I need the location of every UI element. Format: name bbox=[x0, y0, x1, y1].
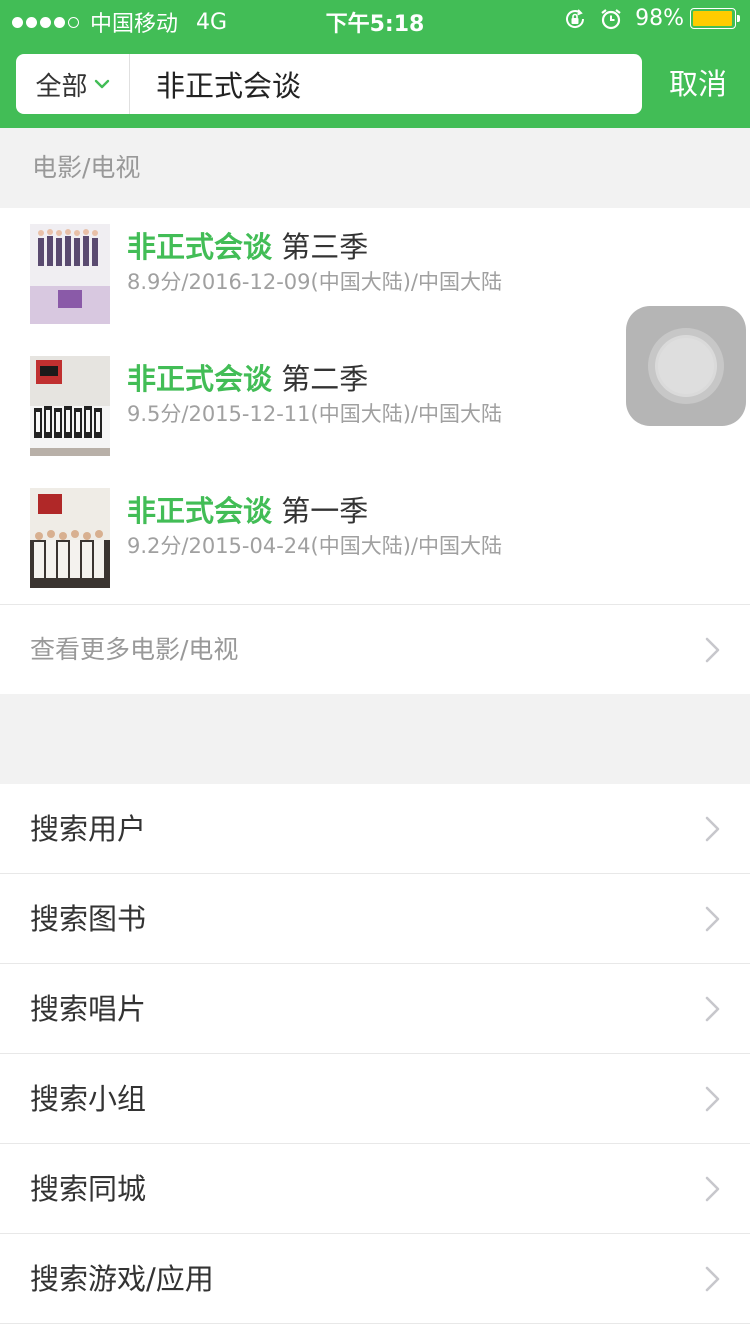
result-meta: 9.5分/2015-12-11(中国大陆)/中国大陆 bbox=[127, 402, 502, 426]
assistive-touch-button[interactable] bbox=[626, 306, 746, 426]
result-title-highlight: 非正式会谈 bbox=[127, 230, 273, 264]
result-title-suffix: 第一季 bbox=[272, 494, 369, 528]
result-title: 非正式会谈 第二季 bbox=[127, 356, 368, 398]
result-title: 非正式会谈 第一季 bbox=[127, 488, 368, 530]
chevron-right-icon bbox=[704, 1086, 720, 1112]
cancel-button[interactable]: 取消 bbox=[660, 54, 736, 114]
search-option-music[interactable]: 搜索唱片 bbox=[0, 964, 750, 1054]
chevron-right-icon bbox=[704, 637, 720, 663]
search-option-users[interactable]: 搜索用户 bbox=[0, 784, 750, 874]
search-options-list: 搜索用户 搜索图书 搜索唱片 搜索小组 搜索同城 搜索游戏/应用 bbox=[0, 784, 750, 1334]
result-title-suffix: 第三季 bbox=[272, 230, 369, 264]
search-option-label: 搜索同城 bbox=[30, 1172, 147, 1206]
result-meta: 9.2分/2015-04-24(中国大陆)/中国大陆 bbox=[127, 534, 502, 558]
view-more-label: 查看更多电影/电视 bbox=[30, 635, 239, 664]
search-scope-select[interactable]: 全部 bbox=[16, 54, 130, 114]
chevron-right-icon bbox=[704, 996, 720, 1022]
search-box[interactable]: 全部 非正式会谈 bbox=[16, 54, 642, 114]
chevron-down-icon bbox=[94, 78, 110, 90]
search-option-label: 搜索游戏/应用 bbox=[30, 1262, 214, 1296]
rotation-lock-icon bbox=[563, 7, 587, 31]
battery-fill bbox=[693, 11, 733, 26]
battery-percentage: 98% bbox=[635, 6, 684, 31]
search-option-label: 搜索用户 bbox=[30, 812, 147, 846]
search-option-label: 搜索图书 bbox=[30, 902, 147, 936]
chevron-right-icon bbox=[704, 816, 720, 842]
result-title-highlight: 非正式会谈 bbox=[127, 494, 273, 528]
chevron-right-icon bbox=[704, 1176, 720, 1202]
result-title-highlight: 非正式会谈 bbox=[127, 362, 273, 396]
alarm-icon bbox=[599, 7, 623, 31]
header: 中国移动 4G 下午5:18 98% 全部 非正式会谈 取消 bbox=[0, 0, 750, 128]
search-option-label: 搜索唱片 bbox=[30, 992, 147, 1026]
poster-image bbox=[30, 488, 110, 588]
view-more-button[interactable]: 查看更多电影/电视 bbox=[0, 604, 750, 694]
search-scope-label: 全部 bbox=[35, 71, 88, 102]
search-option-label: 搜索小组 bbox=[30, 1082, 147, 1116]
chevron-right-icon bbox=[704, 906, 720, 932]
search-option-groups[interactable]: 搜索小组 bbox=[0, 1054, 750, 1144]
result-item[interactable]: 非正式会谈 第一季 9.2分/2015-04-24(中国大陆)/中国大陆 bbox=[0, 472, 750, 604]
result-meta: 8.9分/2016-12-09(中国大陆)/中国大陆 bbox=[127, 270, 502, 294]
section-title: 电影/电视 bbox=[32, 153, 141, 182]
poster-image bbox=[30, 356, 110, 456]
search-option-local[interactable]: 搜索同城 bbox=[0, 1144, 750, 1234]
status-right: 98% bbox=[563, 6, 740, 31]
result-title-suffix: 第二季 bbox=[272, 362, 369, 396]
status-bar: 中国移动 4G 下午5:18 98% bbox=[0, 0, 750, 40]
chevron-right-icon bbox=[704, 1266, 720, 1292]
search-option-books[interactable]: 搜索图书 bbox=[0, 874, 750, 964]
results-list: 非正式会谈 第三季 8.9分/2016-12-09(中国大陆)/中国大陆 非正式… bbox=[0, 208, 750, 694]
result-title: 非正式会谈 第三季 bbox=[127, 224, 368, 266]
search-option-games-apps[interactable]: 搜索游戏/应用 bbox=[0, 1234, 750, 1324]
poster-image bbox=[30, 224, 110, 324]
battery-icon bbox=[690, 8, 740, 29]
search-input[interactable]: 非正式会谈 bbox=[130, 63, 301, 105]
